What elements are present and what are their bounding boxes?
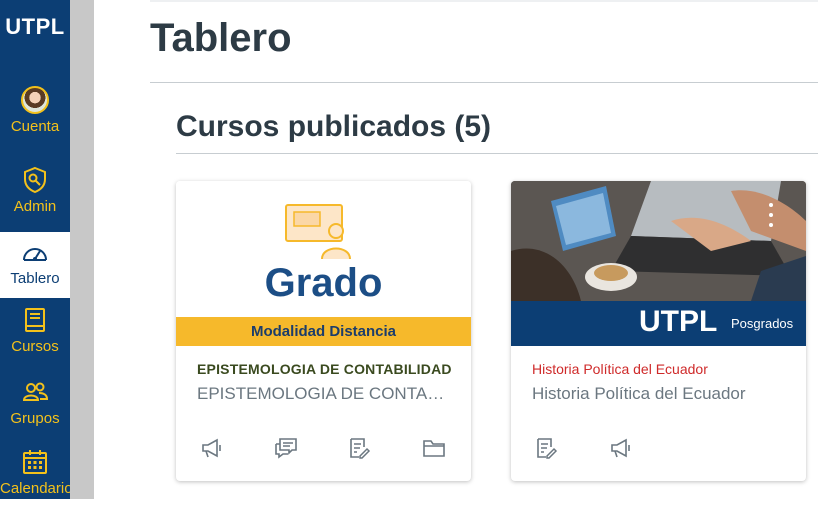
discussions-button[interactable] — [274, 437, 298, 459]
files-button[interactable] — [422, 437, 446, 459]
course-title-link[interactable]: EPISTEMOLOGIA DE CONTABILIDAD — [197, 361, 457, 377]
calendar-icon — [23, 450, 47, 474]
nav-item-tablero[interactable]: Tablero — [0, 232, 70, 298]
nav-item-cursos[interactable]: Cursos — [0, 306, 70, 376]
book-icon — [25, 308, 45, 332]
course-subtitle: Historia Política del Ecuador — [532, 384, 746, 403]
nav-item-label: Admin — [13, 198, 57, 215]
avatar — [21, 86, 49, 114]
nav-item-label: Tablero — [10, 270, 60, 287]
section-divider — [176, 153, 818, 154]
course-card-hero[interactable]: Grado Modalidad Distancia — [176, 181, 471, 346]
shield-icon — [24, 166, 46, 194]
nav-item-label: Calendario — [0, 480, 73, 497]
nav-item-label: Cuenta — [10, 118, 60, 135]
nav-item-cuenta[interactable]: Cuenta — [0, 86, 70, 156]
nav-item-admin[interactable]: Admin — [0, 166, 70, 236]
assignment-icon — [537, 438, 558, 459]
section-title: Cursos publicados (5) — [176, 110, 492, 143]
nav-item-calendario[interactable]: Calendario — [0, 448, 73, 518]
hero-photo-image — [511, 181, 806, 301]
hero-brand-logo: UTPL — [639, 305, 718, 338]
presenter-icon — [285, 204, 351, 260]
course-title-link[interactable]: Historia Política del Ecuador — [532, 361, 792, 377]
announcement-icon — [611, 438, 630, 458]
announcement-icon — [202, 438, 221, 458]
course-subtitle: EPISTEMOLOGIA DE CONTABILIDAD — [197, 384, 452, 403]
nav-item-grupos[interactable]: Grupos — [0, 378, 70, 448]
dashboard-icon — [23, 248, 47, 261]
course-card[interactable]: Grado Modalidad Distancia EPISTEMOLOGIA … — [176, 181, 471, 481]
assignment-icon — [350, 438, 371, 459]
nav-item-label: Grupos — [10, 410, 60, 427]
users-icon — [22, 382, 49, 401]
assignments-button[interactable] — [535, 437, 559, 459]
card-options-kebab-icon[interactable] — [768, 203, 774, 231]
hero-brand-sub: Posgrados — [731, 316, 794, 331]
hero-grado-text: Grado — [264, 261, 383, 305]
title-divider — [150, 82, 818, 83]
course-card-hero[interactable]: UTPL Posgrados — [511, 181, 806, 346]
announcements-button[interactable] — [609, 437, 633, 459]
nav-item-label: Cursos — [11, 338, 59, 355]
course-card[interactable]: UTPL Posgrados Historia Política del Ecu… — [511, 181, 806, 481]
folder-icon — [423, 440, 445, 457]
scrollbar[interactable] — [70, 0, 94, 499]
global-nav: UTPL Cuenta Admin Tablero Cursos Grupos … — [0, 0, 73, 499]
hero-modalidad-band: Modalidad Distancia — [176, 317, 471, 346]
announcements-button[interactable] — [200, 437, 224, 459]
top-divider — [150, 0, 818, 4]
utpl-logo[interactable]: UTPL — [0, 14, 70, 40]
discussion-icon — [275, 438, 297, 459]
page-title: Tablero — [150, 16, 292, 60]
assignments-button[interactable] — [348, 437, 372, 459]
